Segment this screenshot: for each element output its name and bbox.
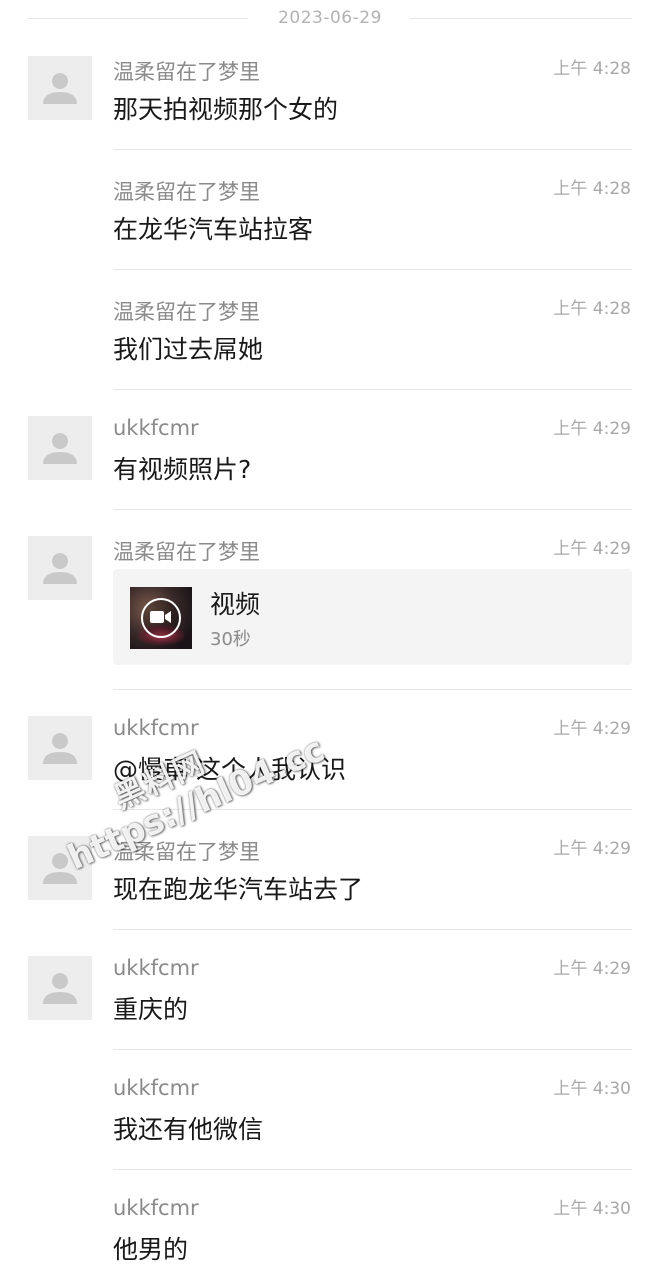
avatar[interactable] (28, 416, 92, 480)
message-text[interactable]: 在龙华汽车站拉客 (113, 210, 313, 246)
sender-name[interactable]: 温柔留在了梦里 (113, 536, 260, 566)
message-time: 上午 4:29 (553, 719, 631, 739)
default-avatar-icon (43, 553, 77, 584)
message-time: 上午 4:30 (553, 1079, 631, 1099)
message-time: 上午 4:29 (553, 839, 631, 859)
sender-name[interactable]: ukkfcmr (113, 716, 199, 740)
message-text[interactable]: 有视频照片? (113, 450, 251, 486)
message-time: 上午 4:28 (553, 299, 631, 319)
sender-name[interactable]: ukkfcmr (113, 1076, 199, 1100)
message-item[interactable]: ukkfcmr 上午 4:30 他男的 (0, 1196, 660, 1280)
message-text[interactable]: 那天拍视频那个女的 (113, 90, 338, 126)
message-item[interactable]: 温柔留在了梦里 上午 4:28 那天拍视频那个女的 (0, 56, 660, 150)
default-avatar-icon (43, 973, 77, 1004)
avatar[interactable] (28, 836, 92, 900)
message-text[interactable]: @慢車 这个人我认识 (113, 750, 346, 786)
message-divider (113, 809, 632, 810)
avatar[interactable] (28, 716, 92, 780)
message-item[interactable]: ukkfcmr 上午 4:29 有视频照片? (0, 416, 660, 510)
message-text[interactable]: 现在跑龙华汽车站去了 (113, 870, 363, 906)
video-title: 视频 (210, 590, 261, 619)
message-divider (113, 1049, 632, 1050)
sender-name[interactable]: 温柔留在了梦里 (113, 836, 260, 866)
message-item[interactable]: 温柔留在了梦里 上午 4:28 我们过去屌她 (0, 296, 660, 390)
message-divider (113, 149, 632, 150)
message-time: 上午 4:29 (553, 959, 631, 979)
message-divider (113, 929, 632, 930)
message-time: 上午 4:29 (553, 419, 631, 439)
sender-name[interactable]: ukkfcmr (113, 1196, 199, 1220)
avatar[interactable] (28, 56, 92, 120)
message-item[interactable]: ukkfcmr 上午 4:29 @慢車 这个人我认识 (0, 716, 660, 810)
sender-name[interactable]: 温柔留在了梦里 (113, 176, 260, 206)
message-divider (113, 269, 632, 270)
message-divider (113, 689, 632, 690)
message-text[interactable]: 重庆的 (113, 990, 188, 1026)
sender-name[interactable]: 温柔留在了梦里 (113, 56, 260, 86)
default-avatar-icon (43, 73, 77, 104)
sender-name[interactable]: 温柔留在了梦里 (113, 296, 260, 326)
default-avatar-icon (43, 433, 77, 464)
sender-name[interactable]: ukkfcmr (113, 956, 199, 980)
message-divider (113, 509, 632, 510)
message-time: 上午 4:29 (553, 539, 631, 559)
default-avatar-icon (43, 733, 77, 764)
message-item[interactable]: ukkfcmr 上午 4:30 我还有他微信 (0, 1076, 660, 1170)
message-divider (113, 1169, 632, 1170)
video-card[interactable]: 视频 30秒 (113, 569, 632, 665)
message-text[interactable]: 他男的 (113, 1230, 188, 1266)
message-divider (113, 389, 632, 390)
message-time: 上午 4:28 (553, 179, 631, 199)
message-time: 上午 4:30 (553, 1199, 631, 1219)
video-thumbnail[interactable] (130, 587, 192, 649)
date-separator: 2023-06-29 (0, 0, 660, 40)
sender-name[interactable]: ukkfcmr (113, 416, 199, 440)
avatar[interactable] (28, 536, 92, 600)
video-duration: 30秒 (210, 629, 251, 650)
message-time: 上午 4:28 (553, 59, 631, 79)
message-text[interactable]: 我还有他微信 (113, 1110, 263, 1146)
message-text[interactable]: 我们过去屌她 (113, 330, 263, 366)
avatar[interactable] (28, 956, 92, 1020)
message-item[interactable]: 温柔留在了梦里 上午 4:28 在龙华汽车站拉客 (0, 176, 660, 270)
message-item[interactable]: 温柔留在了梦里 上午 4:29 现在跑龙华汽车站去了 (0, 836, 660, 930)
message-item-video[interactable]: 温柔留在了梦里 上午 4:29 视频 30秒 (0, 536, 660, 692)
message-item[interactable]: ukkfcmr 上午 4:29 重庆的 (0, 956, 660, 1050)
video-camera-icon (141, 598, 181, 638)
default-avatar-icon (43, 853, 77, 884)
date-divider-right (410, 18, 632, 19)
